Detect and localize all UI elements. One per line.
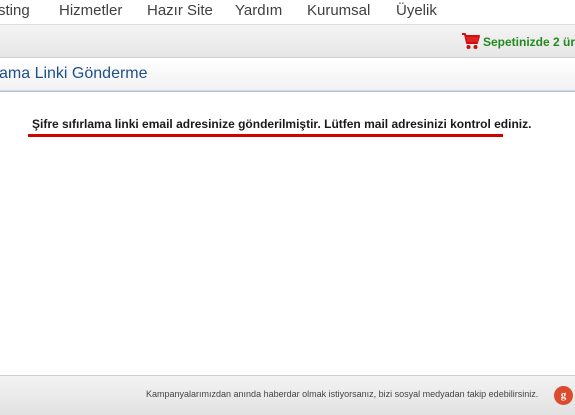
nav-item-hizmetler[interactable]: Hizmetler (59, 1, 122, 21)
nav-item-hosting[interactable]: sting (0, 1, 30, 21)
cart-bar: Sepetinizde 2 ürü (0, 25, 575, 58)
header-divider (0, 91, 575, 92)
nav-item-uyelik[interactable]: Üyelik (396, 1, 437, 21)
shopping-cart-icon (462, 33, 480, 49)
footer-social-text: Kampanyalarımızdan anında haberdar olmak… (146, 389, 539, 399)
message-underline (28, 134, 503, 137)
top-navigation: sting Hizmetler Hazır Site Yardım Kurums… (0, 0, 575, 25)
confirmation-message: Şifre sıfırlama linki email adresinize g… (32, 117, 532, 131)
nav-item-kurumsal[interactable]: Kurumsal (307, 1, 370, 21)
footer-bar: Kampanyalarımızdan anında haberdar olmak… (0, 375, 575, 415)
cart-summary-text: Sepetinizde 2 ürü (483, 35, 575, 49)
page-title: ama Linki Gönderme (0, 65, 148, 82)
page-header: ama Linki Gönderme (0, 58, 575, 92)
nav-item-yardim[interactable]: Yardım (235, 1, 282, 21)
google-plus-icon[interactable]: g (554, 386, 573, 405)
nav-item-hazir-site[interactable]: Hazır Site (147, 1, 213, 21)
